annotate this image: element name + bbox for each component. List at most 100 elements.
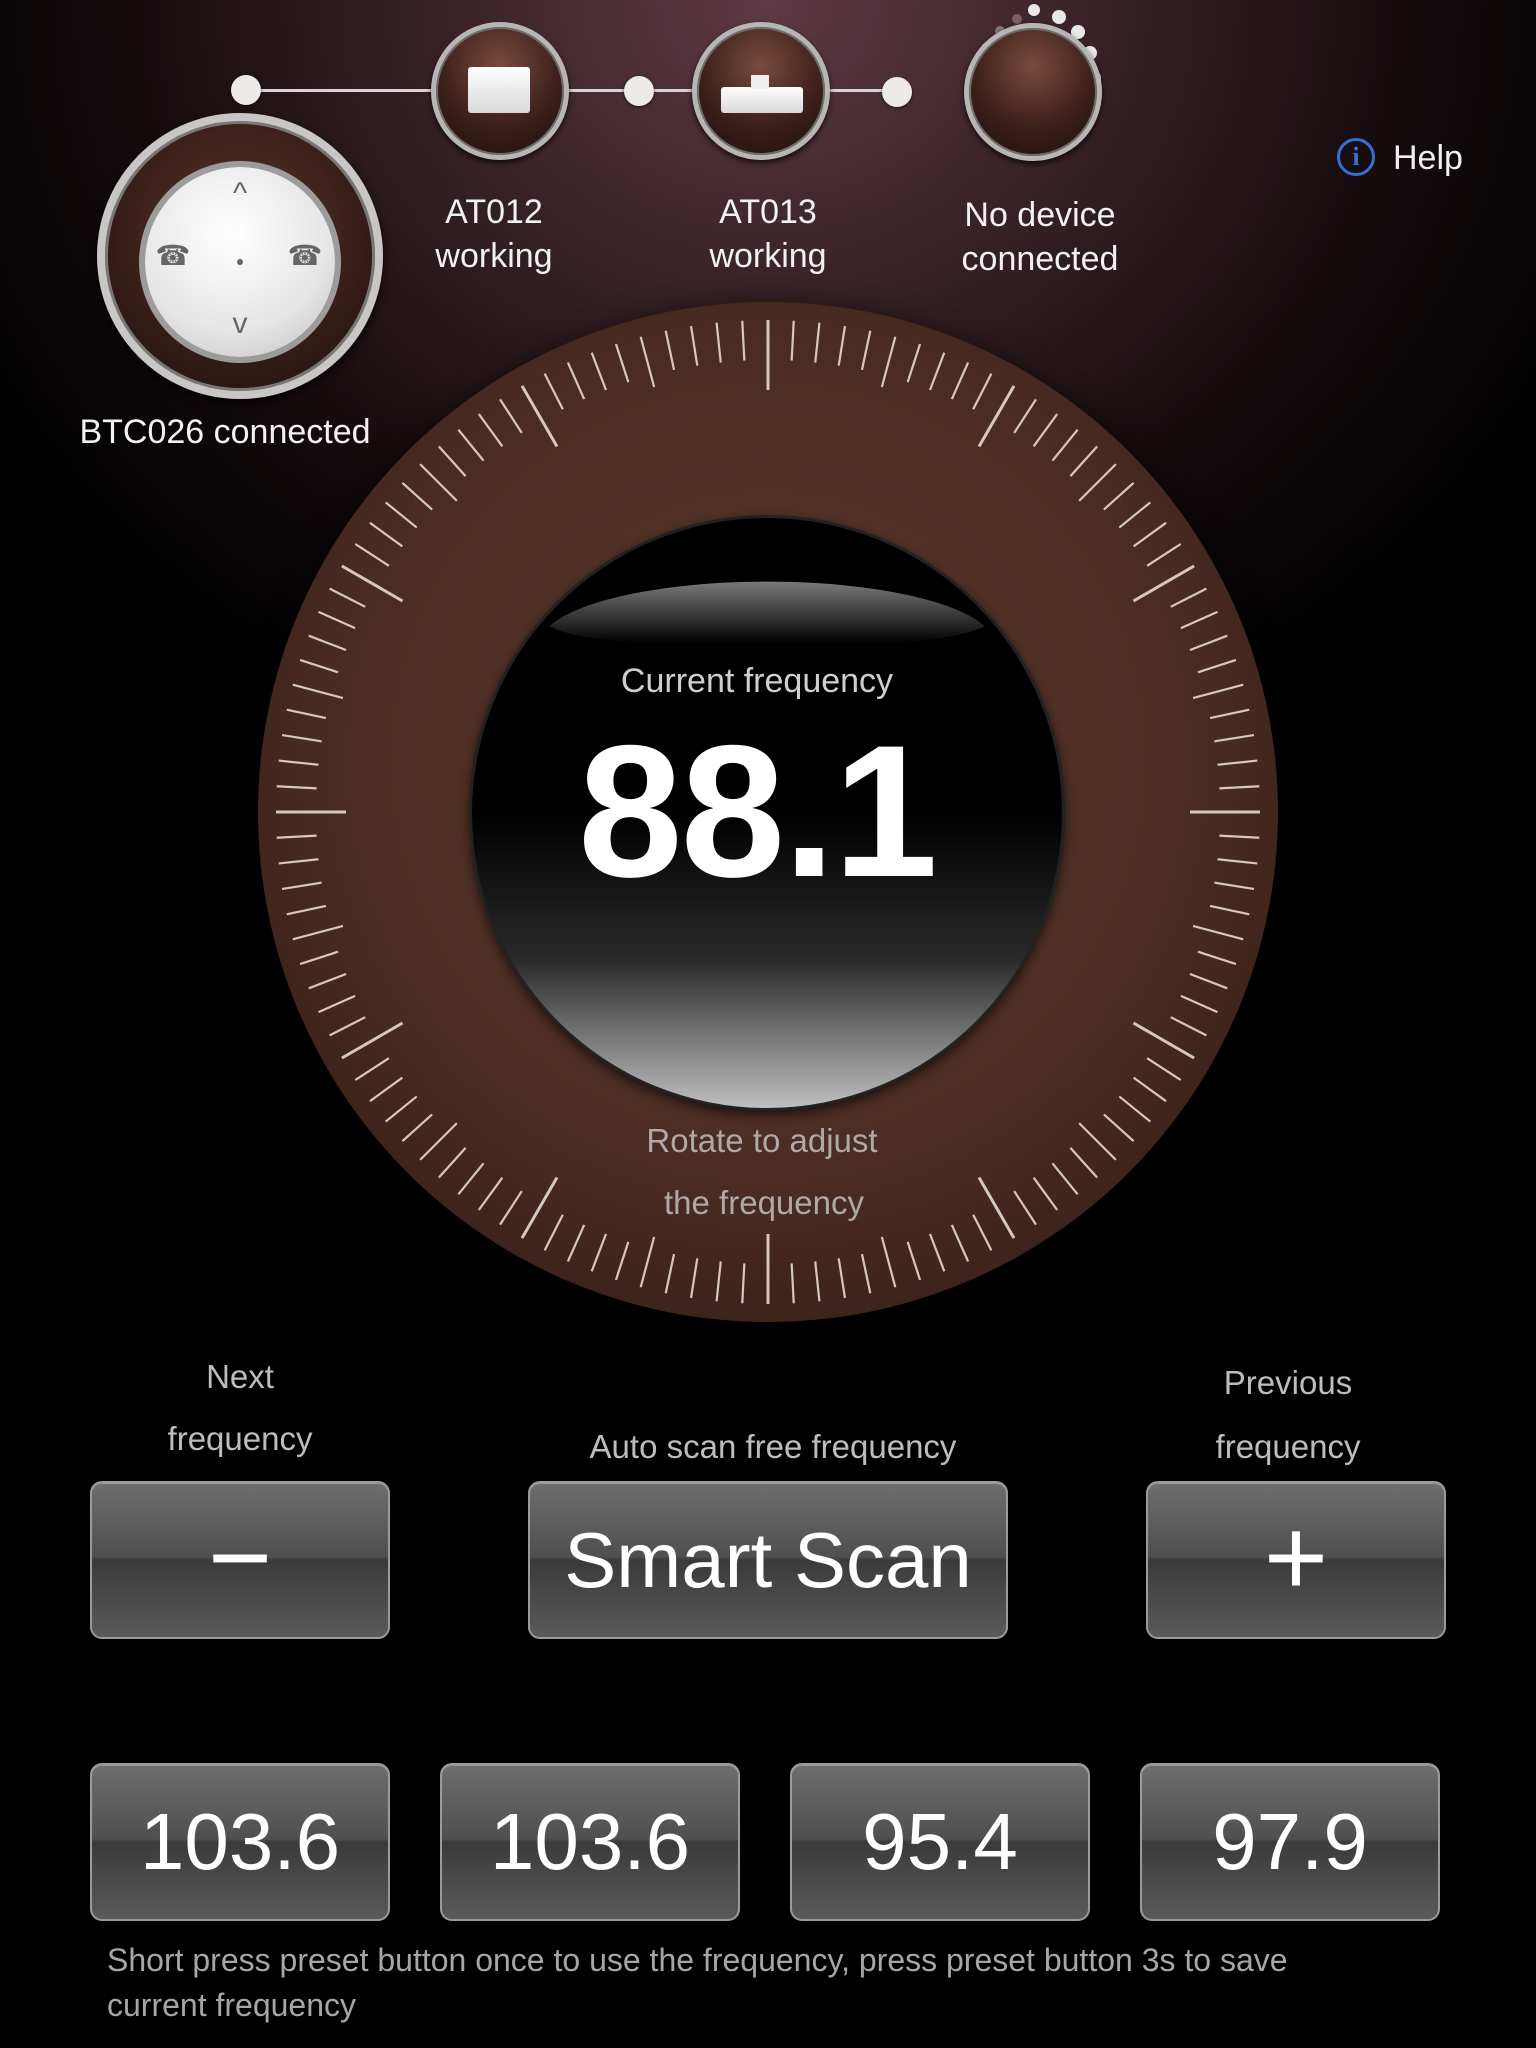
dial-tick	[566, 1224, 586, 1262]
dial-tick	[354, 1057, 390, 1081]
rotate-hint-line2: the frequency	[664, 1184, 864, 1221]
dial-tick	[566, 362, 586, 400]
dial-tick	[286, 708, 327, 720]
dial-tick	[880, 336, 897, 388]
dial-tick	[790, 320, 795, 361]
dial-tick	[1189, 972, 1228, 990]
dial-tick	[590, 1233, 608, 1272]
dial-tick	[278, 858, 319, 865]
dial-tick	[977, 385, 1016, 448]
dial-tick	[286, 904, 327, 916]
dial-tick	[1209, 708, 1250, 720]
dial-tick	[401, 481, 433, 511]
transmitter-knob	[751, 75, 769, 89]
dial-tick	[715, 322, 722, 363]
dial-tick	[384, 1095, 418, 1123]
smart-scan-button[interactable]: Smart Scan	[528, 1481, 1008, 1639]
dial-tick	[1133, 521, 1167, 548]
dial-tick	[1217, 858, 1258, 865]
dial-tick	[950, 1224, 970, 1262]
dial-tick	[1132, 564, 1195, 603]
dial-tick	[329, 587, 366, 608]
dial-tick	[741, 320, 746, 361]
dial-tick	[837, 325, 847, 366]
next-frequency-caption-line1: Next	[206, 1358, 274, 1395]
dial-tick	[1217, 759, 1258, 766]
previous-frequency-button[interactable]: +	[1146, 1481, 1446, 1639]
dial-tick	[928, 352, 946, 391]
dial-tick	[1078, 1122, 1117, 1161]
dial-tick	[639, 336, 656, 388]
remote-hangup-icon: ☎	[287, 240, 323, 271]
dial-tick	[1197, 950, 1237, 966]
dial-tick	[860, 1253, 872, 1294]
current-frequency-caption: Current frequency	[620, 662, 894, 700]
dial-tick	[1146, 543, 1182, 567]
next-frequency-button[interactable]: −	[90, 1481, 390, 1639]
preset-instructions: Short press preset button once to use th…	[107, 1942, 1288, 2023]
device-at013-button[interactable]	[692, 22, 830, 160]
preset-button-2[interactable]: 103.6	[440, 1763, 740, 1921]
dial-tick	[1069, 445, 1099, 477]
dial-tick	[928, 1233, 946, 1272]
empty-device-slot-button[interactable]	[964, 23, 1102, 161]
dial-tick	[1180, 994, 1218, 1014]
dial-tick	[1103, 1113, 1135, 1143]
dial-tick	[1146, 1057, 1182, 1081]
dial-tick	[689, 1258, 699, 1299]
dial-tick	[860, 330, 872, 371]
help-link[interactable]: Help	[1393, 139, 1463, 178]
dial-tick	[1103, 481, 1135, 511]
dial-tick	[1013, 398, 1037, 434]
dial-tick	[419, 1122, 458, 1161]
chain-node	[624, 76, 654, 106]
dial-tick	[318, 610, 356, 630]
dial-tick	[384, 501, 418, 529]
dial-tick	[1132, 1021, 1195, 1060]
device-at012-button[interactable]	[431, 22, 569, 160]
dial-tick	[292, 683, 344, 700]
dial-tick	[401, 1113, 433, 1143]
dial-tick	[741, 1263, 746, 1304]
dial-tick	[299, 658, 339, 674]
dial-tick	[276, 834, 317, 839]
dial-tick	[1180, 610, 1218, 630]
dial-tick	[1069, 1147, 1099, 1179]
dial-tick	[814, 1261, 821, 1302]
dial-tick	[1219, 834, 1260, 839]
previous-frequency-caption-line1: Previous	[1223, 1364, 1353, 1401]
info-icon[interactable]: i	[1337, 138, 1375, 176]
dial-tick	[614, 343, 630, 383]
transmitter-flat-icon	[721, 87, 803, 113]
dial-tick	[1133, 1076, 1167, 1103]
dial-tick	[590, 352, 608, 391]
dial-tick	[790, 1263, 795, 1304]
dial-tick	[880, 1236, 897, 1288]
dial-tick	[906, 1241, 922, 1281]
dial-tick	[614, 1241, 630, 1281]
current-frequency-value: 88.1	[578, 706, 938, 916]
dial-tick	[1219, 785, 1260, 790]
preset-button-4[interactable]: 97.9	[1140, 1763, 1440, 1921]
dial-tick	[292, 924, 344, 941]
chain-node	[231, 75, 261, 105]
transmitter-icon	[468, 67, 530, 113]
dial-tick	[1214, 881, 1255, 891]
remote-up-icon: ^	[232, 177, 248, 210]
dial-tick	[520, 385, 559, 448]
device-at013-label: AT013 working	[709, 193, 827, 275]
dial-tick	[1189, 634, 1228, 652]
dial-tick	[281, 881, 322, 891]
dial-tick	[543, 373, 564, 410]
dial-tick	[308, 972, 347, 990]
dial-tick	[499, 398, 523, 434]
auto-scan-caption: Auto scan free frequency	[589, 1428, 957, 1465]
remote-call-icon: ☎	[155, 240, 191, 271]
chain-node	[882, 77, 912, 107]
dial-tick	[950, 362, 970, 400]
preset-button-1[interactable]: 103.6	[90, 1763, 390, 1921]
preset-button-3[interactable]: 95.4	[790, 1763, 1090, 1921]
dial-tick	[906, 343, 922, 383]
previous-frequency-caption-line2: frequency	[1215, 1428, 1361, 1465]
dial-tick	[299, 950, 339, 966]
